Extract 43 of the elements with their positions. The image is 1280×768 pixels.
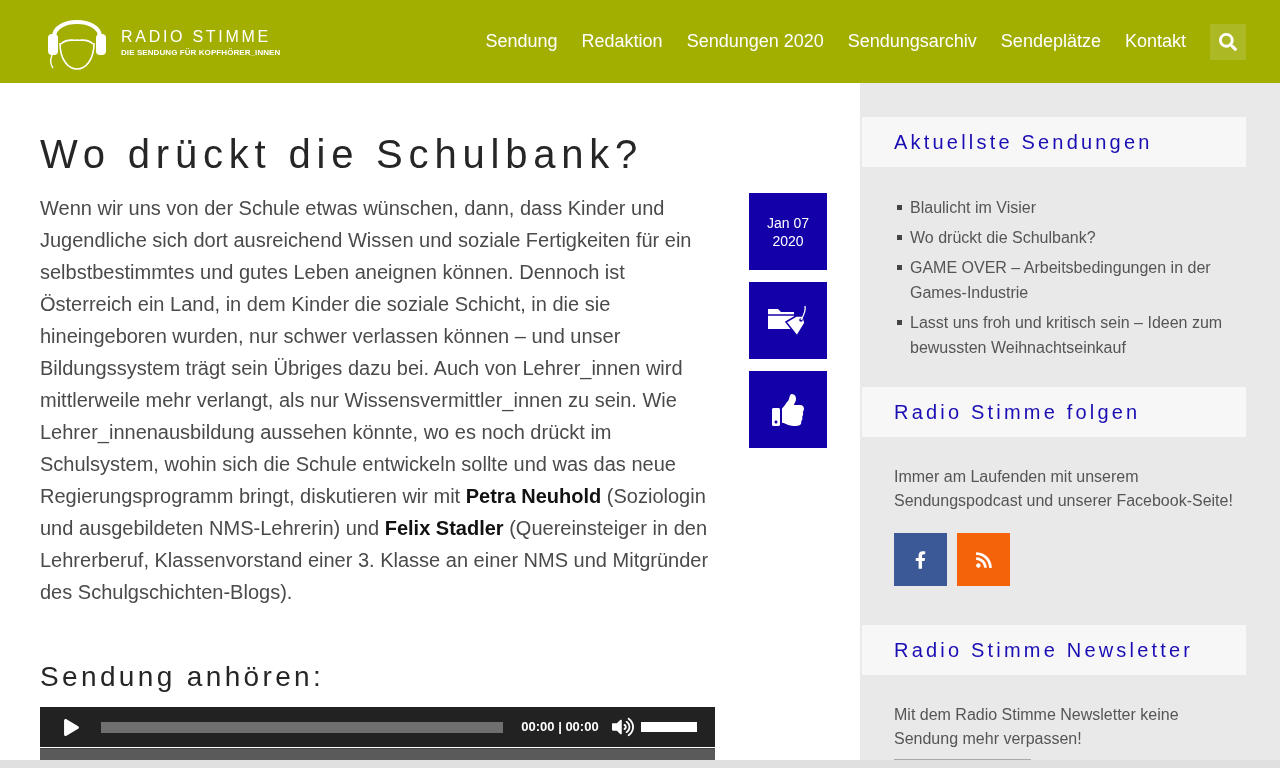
speaker-icon (611, 717, 634, 737)
post-link[interactable]: GAME OVER – Arbeitsbedingungen in der Games-Industrie (910, 255, 1246, 305)
category-button[interactable] (749, 282, 827, 359)
progress-track[interactable] (100, 721, 504, 733)
bullet-icon (897, 265, 902, 270)
rss-icon (974, 550, 993, 569)
facebook-button[interactable] (894, 533, 947, 586)
post-link[interactable]: Lasst uns froh und kritisch sein – Ideen zum bewussten Weihnachtseinkauf (910, 310, 1246, 360)
article-text: Wenn wir uns von der Schule etwas wünschen, dann, dass Kinder und Jugendliche sich dort ausreichend Wissen und soziale Fertigkeiten für ein selbstbestimmtes und gutes Leben aneignen können. Dennoch ist Österreich ein Land, in dem Kinder die soziale Schicht, in die sie hineingeboren wurden, nur schwer verlassen können – und unser Bildungssystem trägt sein Übriges dazu bei. Auch von Lehrer_innen wird mittlerweile mehr verlangt, als nur Wissensvermittler_innen zu sein. Wie Lehrer_innenausbildung aussehen könnte, wo es noch drückt im Schulsystem, wohin sich die Schule entwickeln sollte und was das neue Regierungsprogramm bringt, diskutieren wir mit Petra Neuhold (Soziologin und ausgebildeten NMS-Lehrerin) und Felix Stadler (Quereinsteiger in den Lehrerberuf, Klassenvorstand einer 3. Klasse an einer NMS und Mitgründer des Schulgschichten-Blogs). (40, 196, 710, 605)
bullet-icon (897, 320, 902, 325)
like-button[interactable] (749, 371, 827, 448)
site-title[interactable]: RADIO STIMME (121, 27, 281, 46)
article-title: Wo drückt die Schulbank? (40, 131, 645, 178)
folder-tag-icon (768, 305, 808, 336)
nav-link[interactable]: Sendungsarchiv (847, 28, 977, 55)
nav-link[interactable]: Kontakt (1124, 28, 1186, 55)
bullet-icon (897, 205, 902, 210)
date-day: Jan 07 (766, 213, 809, 232)
player-time: 00:00 | 00:00 (521, 718, 599, 737)
post-link[interactable]: Wo drückt die Schulbank? (910, 225, 1096, 250)
widget-text: Mit dem Radio Stimme Newsletter keine Sendung mehr verpassen! (894, 705, 1180, 749)
nav-link[interactable]: Sendungen 2020 (686, 28, 824, 55)
play-button[interactable] (64, 718, 80, 736)
search-button[interactable] (1210, 23, 1246, 60)
rss-button[interactable] (957, 533, 1010, 586)
widget-title: Radio Stimme folgen (894, 400, 1141, 425)
widget-text: Immer am Laufenden mit unserem Sendungspodcast und unserer Facebook-Seite! (894, 467, 1234, 511)
play-icon (64, 718, 80, 736)
thumbs-up-icon (770, 393, 806, 426)
post-link[interactable]: Blaulicht im Visier (910, 195, 1036, 220)
date-year: 2020 (772, 231, 804, 250)
widget-title: Aktuellste Sendungen (894, 130, 1153, 155)
section-heading: Sendung anhören: (40, 660, 326, 694)
mute-button[interactable] (611, 716, 634, 738)
bullet-icon (897, 235, 902, 240)
volume-slider[interactable] (640, 722, 697, 732)
widget-title: Radio Stimme Newsletter (894, 638, 1194, 663)
search-icon (1219, 32, 1237, 51)
site-tagline: DIE SENDUNG FÜR KOPFHÖRER_INNEN (121, 47, 281, 58)
nav-link[interactable]: Sendung (485, 28, 558, 55)
nav-link[interactable]: Sendeplätze (1000, 28, 1101, 55)
facebook-icon (915, 550, 926, 569)
nav-link[interactable]: Redaktion (581, 28, 663, 55)
